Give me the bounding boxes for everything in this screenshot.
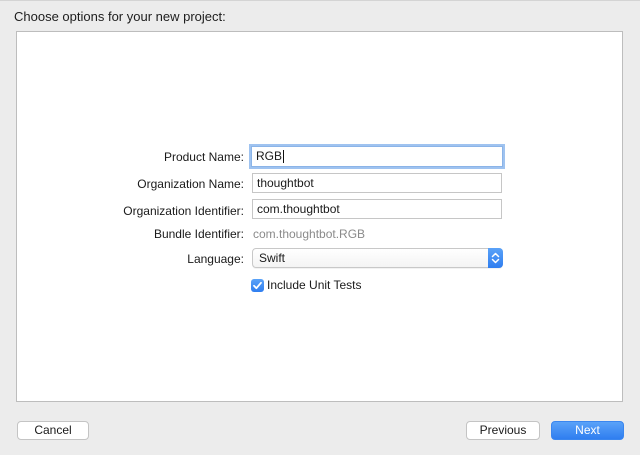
product-name-label: Product Name: [163,150,244,164]
next-button[interactable]: Next [551,421,624,440]
previous-button[interactable]: Previous [466,421,540,440]
product-name-field[interactable]: RGB [251,146,503,167]
organization-identifier-label: Organization Identifier: [123,204,244,218]
include-unit-tests-label[interactable]: Include Unit Tests [267,278,362,292]
organization-name-label: Organization Name: [137,177,244,191]
window-top-edge [0,0,640,1]
cancel-button[interactable]: Cancel [17,421,89,440]
include-unit-tests-checkbox[interactable] [251,279,264,292]
chevron-updown-icon [488,248,503,268]
organization-name-field[interactable] [252,173,502,193]
product-name-value: RGB [256,149,283,163]
language-selected-value: Swift [259,251,286,265]
language-label: Language: [187,252,244,266]
bundle-identifier-value: com.thoughtbot.RGB [253,227,366,241]
organization-identifier-field[interactable] [252,199,502,219]
text-caret [283,150,285,164]
checkmark-icon [253,281,262,290]
bundle-identifier-label: Bundle Identifier: [153,227,244,241]
language-popup[interactable]: Swift [252,248,503,268]
page-title: Choose options for your new project: [14,9,226,24]
